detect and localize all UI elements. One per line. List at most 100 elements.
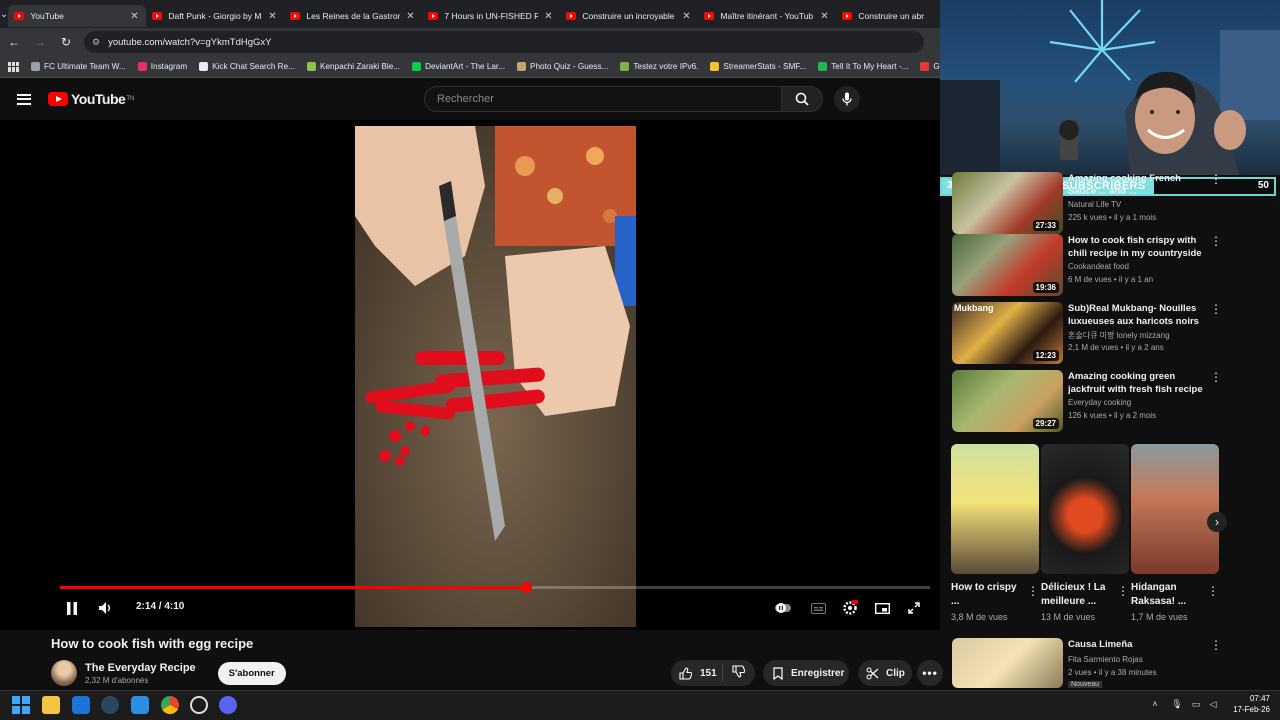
more-options-icon[interactable]: ⋮ [1210,172,1222,186]
short-title[interactable]: Délicieux ! La meilleure ... [1041,581,1115,609]
bookmark-item[interactable]: Photo Quiz - Guess... [517,62,608,71]
browser-tab[interactable]: Construire un incroyable ✕ [560,5,698,27]
site-info-icon[interactable]: ⚙ [92,37,100,48]
short-title[interactable]: Hidangan Raksasa! ... [1131,581,1205,609]
browser-tab[interactable]: 7 Hours in UN-FISHED Re ✕ [422,5,560,27]
recommendation-card[interactable]: 19:36 How to cook fish crispy with chili … [952,234,1272,296]
network-icon[interactable]: ▭ [1190,698,1202,710]
bookmark-item[interactable]: Kenpachi Zaraki Ble... [306,62,400,71]
short-thumbnail[interactable] [1041,444,1129,574]
speaker-icon[interactable]: ◁ [1207,698,1219,710]
subtitles-button[interactable] [810,601,826,615]
search-input[interactable]: Rechercher [424,86,782,112]
discord-icon[interactable] [219,696,237,714]
more-options-icon[interactable]: ⋮ [1210,234,1222,248]
bookmark-item[interactable]: StreamerStats - SMF... [710,62,806,71]
reload-icon[interactable]: ↻ [54,35,78,49]
more-options-icon[interactable]: ⋮ [1117,584,1129,598]
tab-search-button[interactable]: ⌄ [0,0,8,28]
microphone-tray-icon[interactable]: 🎙 [1171,698,1182,710]
bookmark-item[interactable]: Testez votre IPv6. [620,62,698,71]
recommendation-title[interactable]: Causa Limeña [1068,638,1208,651]
clip-button[interactable]: Clip [858,660,912,686]
short-card[interactable]: Délicieux ! La meilleure ... 13 M de vues… [1041,444,1129,622]
shorts-next-button[interactable]: › [1207,512,1227,532]
recommendation-title[interactable]: Amazing cooking French Sauce ... and ... [1068,172,1208,198]
more-options-icon[interactable]: ⋮ [1210,302,1222,316]
recommendation-thumbnail[interactable]: 29:27 [952,370,1063,432]
chrome-icon[interactable] [161,696,179,714]
recommendation-card[interactable]: 27:33 Amazing cooking French Sauce ... an… [952,172,1272,234]
recommendation-title[interactable]: How to cook fish crispy with chili recip… [1068,234,1208,260]
video-frame[interactable] [355,126,636,627]
browser-tab[interactable]: Daft Punk - Giorgio by M ✕ [146,5,284,27]
volume-button[interactable] [97,600,113,616]
short-thumbnail[interactable] [1131,444,1219,574]
channel-avatar[interactable] [51,660,77,686]
recommendation-channel[interactable]: Natural Life TV [1068,200,1121,209]
recommendation-title[interactable]: Amazing cooking green jackfruit with fre… [1068,370,1208,396]
browser-tab[interactable]: YouTube ✕ [8,5,147,27]
chevron-up-icon[interactable]: ˄ [1150,698,1160,710]
miniplayer-button[interactable] [874,601,890,615]
more-options-icon[interactable]: ⋮ [1210,370,1222,384]
bookmark-item[interactable]: FC Ultimate Team W... [31,62,126,71]
file-explorer-icon[interactable] [42,696,60,714]
recommendation-thumbnail[interactable]: Mukbang 12:23 [952,302,1063,364]
progress-bar[interactable] [60,582,930,593]
recommendation-card[interactable]: 29:27 Amazing cooking green jackfruit wit… [952,370,1272,432]
more-options-icon[interactable]: ⋮ [1207,584,1219,598]
save-button[interactable]: Enregistrer [763,660,849,686]
fullscreen-button[interactable] [906,600,922,616]
like-button[interactable]: 151 [671,664,723,682]
recommendation-card[interactable]: Mukbang 12:23 Sub)Real Mukbang- Nouilles l… [952,302,1272,364]
bookmark-item[interactable]: Instagram [137,62,187,71]
search-button[interactable] [781,86,823,112]
back-icon[interactable]: ← [2,35,26,49]
voice-search-button[interactable] [834,86,860,112]
short-title[interactable]: How to crispy ... [951,581,1025,609]
more-actions-button[interactable]: ••• [917,660,943,686]
recommendation-channel[interactable]: Fita Sarmiento Rojas [1068,655,1143,664]
recommendation-title[interactable]: Sub)Real Mukbang- Nouilles luxueuses aux… [1068,302,1208,328]
youtube-logo[interactable]: YouTube TN [48,91,134,107]
bookmark-item[interactable]: Globa [920,62,940,71]
app-icon[interactable] [131,696,149,714]
bookmark-item[interactable]: Tell It To My Heart -... [818,62,908,71]
bookmark-item[interactable]: Kick Chat Search Re... [199,62,295,71]
browser-tab[interactable]: Maître itinérant - YouTub ✕ [698,5,836,27]
windows-start-icon[interactable] [12,696,30,714]
close-tab-icon[interactable]: ✕ [680,11,692,22]
recommendation-thumbnail[interactable] [952,638,1063,688]
short-card[interactable]: Hidangan Raksasa! ... 1,7 M de vues ⋮ [1131,444,1219,622]
recommendation-thumbnail[interactable]: 19:36 [952,234,1063,296]
autoplay-toggle[interactable] [775,601,791,615]
short-card[interactable]: How to crispy ... 3,8 M de vues ⋮ [951,444,1039,622]
settings-button[interactable] [842,600,858,616]
steam-icon[interactable] [101,696,119,714]
more-options-icon[interactable]: ⋮ [1210,638,1222,652]
browser-tab[interactable]: Construire un abr✕ [836,5,940,27]
recommendation-channel[interactable]: Everyday cooking [1068,398,1131,407]
apps-grid-icon[interactable] [8,61,19,72]
dislike-button[interactable] [723,665,746,681]
bookmark-item[interactable]: DeviantArt - The Lar... [412,62,505,71]
menu-icon[interactable] [17,93,31,105]
recommendation-channel[interactable]: 혼술다큐 미짱 lonely mizzang [1068,330,1170,341]
channel-name[interactable]: The Everyday Recipe [85,662,196,674]
close-tab-icon[interactable]: ✕ [404,11,416,22]
pause-button[interactable] [64,600,80,616]
short-thumbnail[interactable] [951,444,1039,574]
forward-icon[interactable]: → [28,35,52,49]
recommendation-card[interactable]: Causa Limeña Fita Sarmiento Rojas 2 vues… [952,638,1272,688]
recommendation-channel[interactable]: Cookandeat food [1068,262,1129,271]
system-clock[interactable]: 07:47 17-Feb-26 [1233,693,1270,715]
subscribe-button[interactable]: S'abonner [217,661,286,685]
close-tab-icon[interactable]: ✕ [266,11,278,22]
browser-tab[interactable]: Les Reines de la Gastrono ✕ [284,5,422,27]
recommendation-thumbnail[interactable]: 27:33 [952,172,1063,234]
close-tab-icon[interactable]: ✕ [128,11,140,22]
close-tab-icon[interactable]: ✕ [818,11,830,22]
settings-app-icon[interactable] [190,696,208,714]
url-input[interactable]: ⚙ youtube.com/watch?v=gYkmTdHgGxY [84,31,924,53]
